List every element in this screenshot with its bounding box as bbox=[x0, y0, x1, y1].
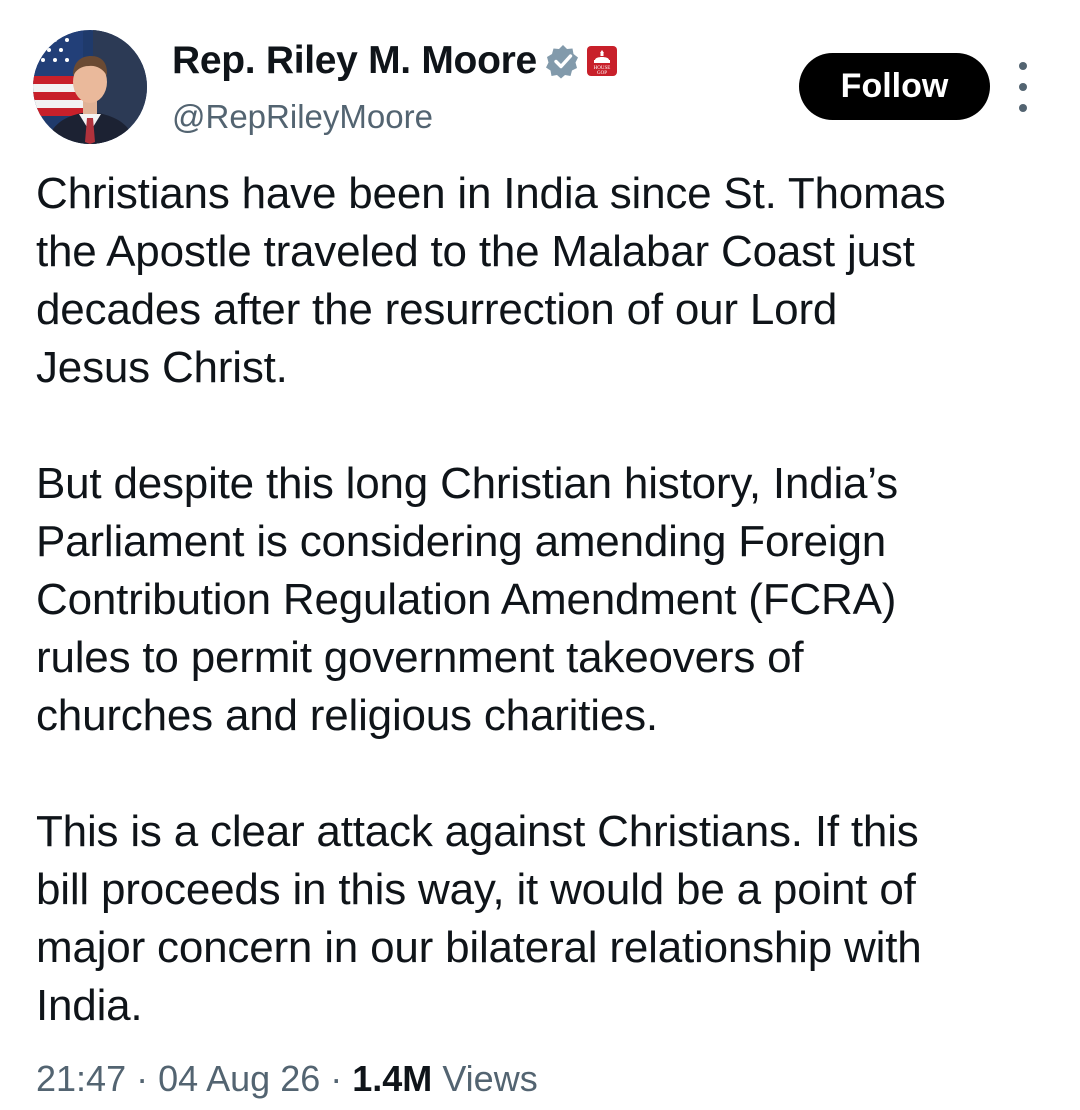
author-handle[interactable]: @RepRileyMoore bbox=[172, 98, 433, 136]
meta-separator: · bbox=[136, 1058, 149, 1099]
tweet-paragraph: But despite this long Christian history,… bbox=[36, 459, 898, 740]
tweet-meta: 21:47 · 04 Aug 26 · 1.4M Views bbox=[36, 1058, 538, 1100]
tweet-time[interactable]: 21:47 bbox=[36, 1058, 126, 1100]
views-count[interactable]: 1.4M bbox=[352, 1058, 432, 1100]
avatar[interactable] bbox=[33, 30, 147, 144]
house-gop-badge-icon[interactable]: HOUSE GOP bbox=[586, 46, 617, 76]
verified-badge-icon[interactable] bbox=[545, 43, 581, 79]
affiliate-badge-text-2: GOP bbox=[597, 71, 607, 76]
views-label[interactable]: Views bbox=[442, 1058, 537, 1100]
tweet-date[interactable]: 04 Aug 26 bbox=[158, 1058, 320, 1100]
follow-button[interactable]: Follow bbox=[799, 53, 990, 120]
tweet-text: Christians have been in India since St. … bbox=[36, 165, 1056, 1035]
more-dot bbox=[1019, 104, 1027, 112]
author-name-row: Rep. Riley M. Moore HOUSE GOP bbox=[172, 36, 617, 86]
more-dot bbox=[1019, 83, 1027, 91]
tweet-paragraph: Christians have been in India since St. … bbox=[36, 169, 946, 392]
more-options-icon[interactable] bbox=[1008, 62, 1038, 112]
tweet-card: Rep. Riley M. Moore HOUSE GOP @RepRileyM… bbox=[0, 0, 1080, 1110]
avatar-image bbox=[33, 30, 147, 144]
tweet-paragraph: This is a clear attack against Christian… bbox=[36, 807, 922, 1030]
author-display-name[interactable]: Rep. Riley M. Moore bbox=[172, 39, 537, 83]
meta-separator: · bbox=[330, 1058, 343, 1099]
more-dot bbox=[1019, 62, 1027, 70]
